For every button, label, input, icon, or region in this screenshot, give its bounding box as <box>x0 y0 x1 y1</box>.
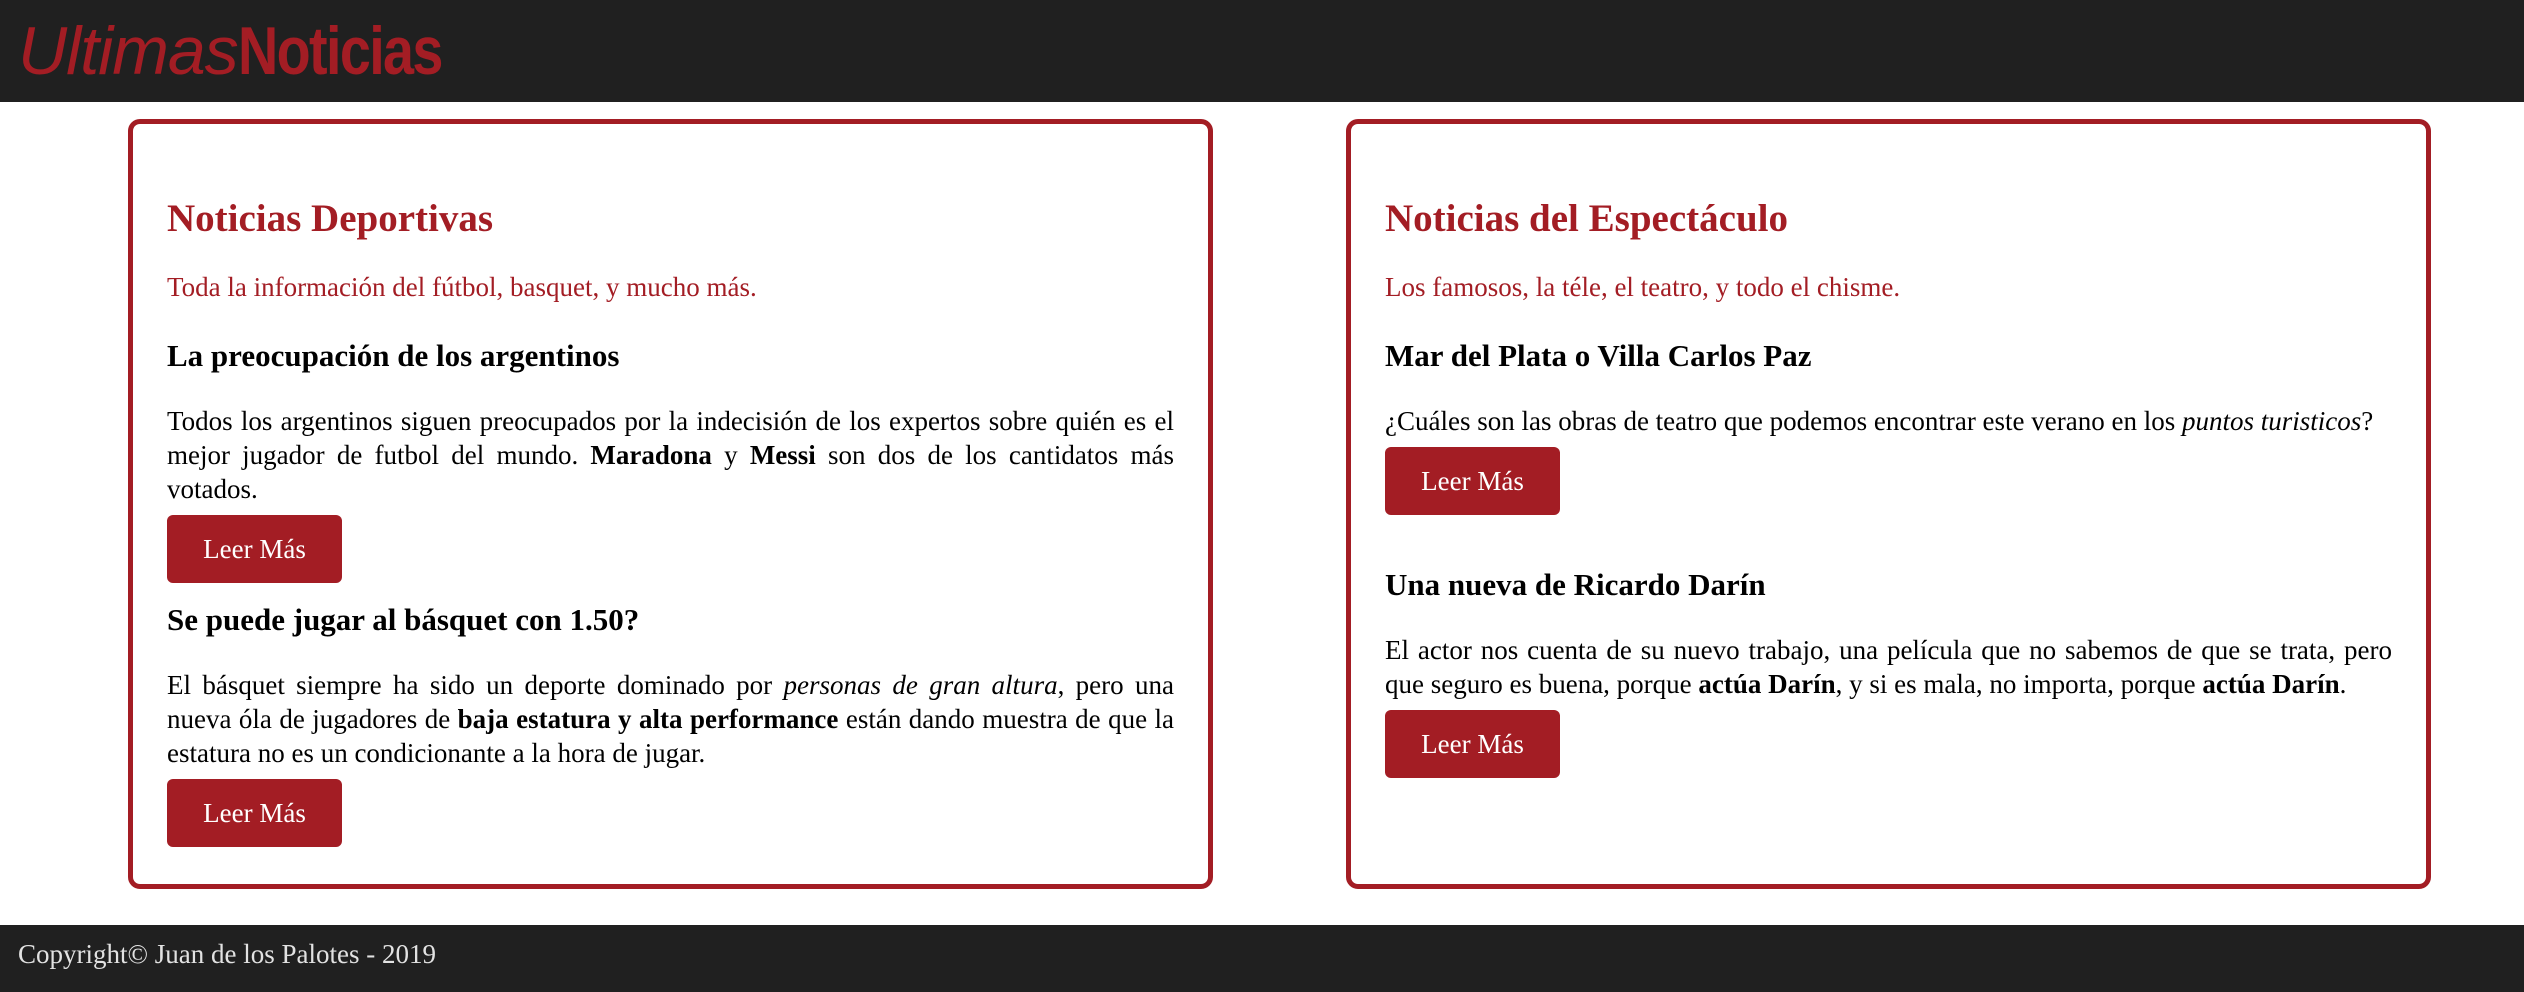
emphasis-bold: baja estatura y alta performance <box>457 704 839 734</box>
body-text: El básquet siempre ha sido un deporte do… <box>167 670 784 700</box>
article-mar-del-plata: Mar del Plata o Villa Carlos Paz ¿Cuáles… <box>1385 336 2392 515</box>
article-body: El actor nos cuenta de su nuevo trabajo,… <box>1385 633 2392 701</box>
logo-part-ultimas: Ultimas <box>18 13 239 89</box>
read-more-button[interactable]: Leer Más <box>167 515 342 583</box>
article-body: Todos los argentinos siguen preocupados … <box>167 404 1174 506</box>
section-title: Noticias del Espectáculo <box>1385 197 1788 240</box>
section-subtitle: Toda la información del fútbol, basquet,… <box>167 272 757 302</box>
article-body: ¿Cuáles son las obras de teatro que pode… <box>1385 404 2392 438</box>
body-text: ? <box>2361 406 2374 436</box>
article-title: Una nueva de Ricardo Darín <box>1385 567 1766 602</box>
body-text: . <box>2339 669 2347 699</box>
article-title: Mar del Plata o Villa Carlos Paz <box>1385 338 1812 373</box>
site-logo[interactable]: UltimasNoticias <box>18 6 486 96</box>
article-title: Se puede jugar al básquet con 1.50? <box>167 602 640 637</box>
emphasis-bold: Maradona <box>590 440 712 470</box>
body-text: ¿Cuáles son las obras de teatro que pode… <box>1385 406 2182 436</box>
read-more-button[interactable]: Leer Más <box>1385 710 1560 778</box>
section-subtitle: Los famosos, la téle, el teatro, y todo … <box>1385 272 1901 302</box>
article-ricardo-darin: Una nueva de Ricardo Darín El actor nos … <box>1385 565 2392 778</box>
footer-bar: Copyright© Juan de los Palotes - 2019 <box>0 925 2524 992</box>
copyright-text: Copyright© Juan de los Palotes - 2019 <box>18 939 436 969</box>
article-preocupacion: La preocupación de los argentinos Todos … <box>167 336 1174 583</box>
article-basquet: Se puede jugar al básquet con 1.50? El b… <box>167 600 1174 847</box>
body-text: y <box>711 440 750 470</box>
emphasis-italic: personas de gran altura <box>783 670 1058 700</box>
section-card-espectaculo: Noticias del Espectáculo Los famosos, la… <box>1346 119 2431 889</box>
read-more-button[interactable]: Leer Más <box>167 779 342 847</box>
logo-part-noticias: Noticias <box>237 13 443 89</box>
emphasis-bold: actúa Darín <box>2202 669 2340 699</box>
read-more-button[interactable]: Leer Más <box>1385 447 1560 515</box>
emphasis-bold: Messi <box>749 440 816 470</box>
top-bar: UltimasNoticias <box>0 0 2524 102</box>
section-title: Noticias Deportivas <box>167 197 494 240</box>
emphasis-italic: puntos turisticos <box>2182 406 2362 436</box>
article-title: La preocupación de los argentinos <box>167 338 620 373</box>
section-card-deportivas: Noticias Deportivas Toda la información … <box>128 119 1213 889</box>
body-text: , y si es mala, no importa, porque <box>1835 669 2203 699</box>
emphasis-bold: actúa Darín <box>1698 669 1836 699</box>
article-body: El básquet siempre ha sido un deporte do… <box>167 668 1174 770</box>
